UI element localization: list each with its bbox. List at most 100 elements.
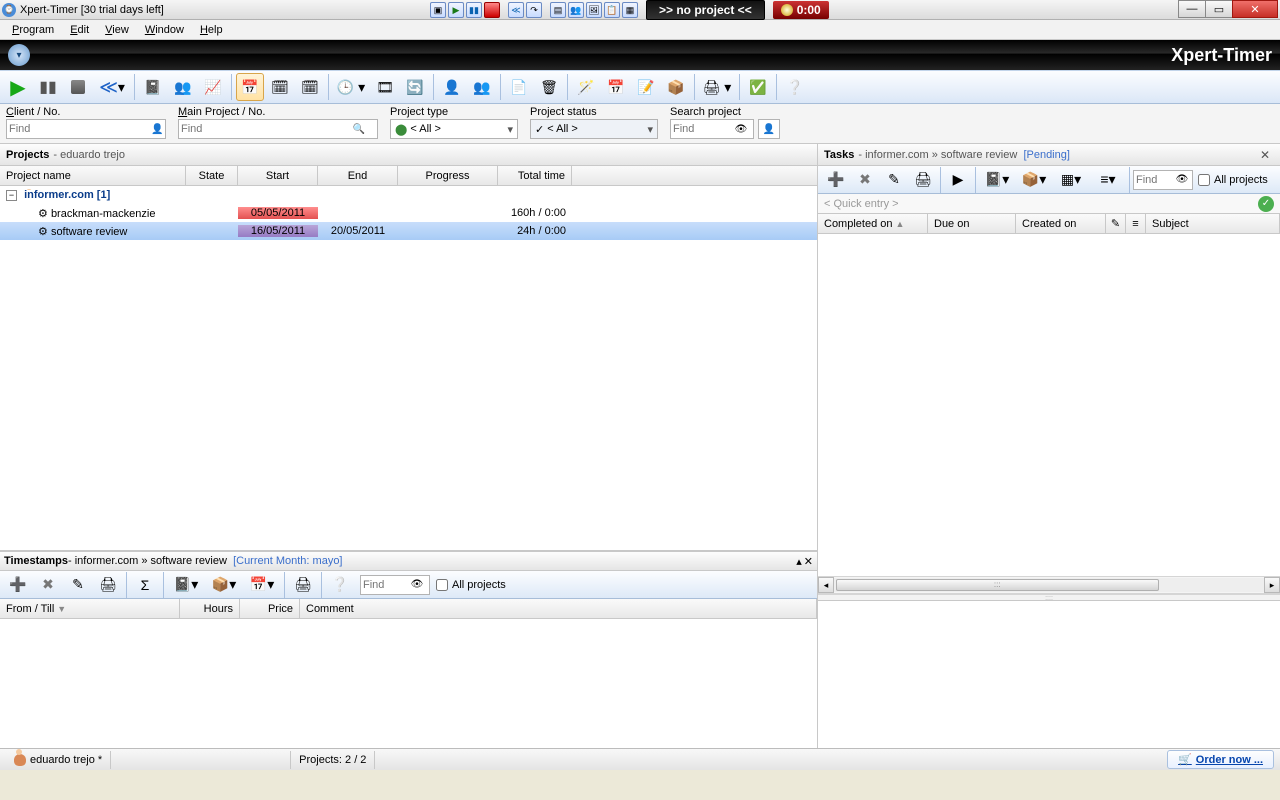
float-icon[interactable]: ▣ xyxy=(430,2,446,18)
project-row[interactable]: ⚙ brackman-mackenzie 05/05/2011 160h / 0… xyxy=(0,204,817,222)
box-icon[interactable]: 📦 xyxy=(662,73,690,101)
tasks-scrollbar[interactable]: ◂ ::: ▸ xyxy=(818,576,1280,594)
col-from-till[interactable]: From / Till▼ xyxy=(0,599,180,618)
ts-find-input[interactable] xyxy=(363,576,409,594)
task-print-icon[interactable]: 🖨 xyxy=(909,166,937,194)
col-project-name[interactable]: Project name xyxy=(0,166,186,185)
wand-icon[interactable]: 🪄 xyxy=(572,73,600,101)
cal1-icon[interactable]: 📅 xyxy=(236,73,264,101)
sum-icon[interactable]: Σ xyxy=(131,571,159,599)
pause-button[interactable]: ▮▮ xyxy=(34,73,62,101)
next-icon[interactable]: ↷ xyxy=(526,2,542,18)
cal3-icon[interactable]: 🗓 xyxy=(296,73,324,101)
projstatus-combo[interactable]: ✓ < All >▾ xyxy=(530,119,658,139)
col-completed[interactable]: Completed on▲ xyxy=(818,214,928,233)
task-play-icon[interactable]: ▶ xyxy=(944,166,972,194)
task-del-icon[interactable]: ✖ xyxy=(851,166,879,194)
delete-icon[interactable]: ✖ xyxy=(34,571,62,599)
col-end[interactable]: End xyxy=(318,166,398,185)
del-doc-icon[interactable]: 🗑 xyxy=(535,73,563,101)
scroll-left-icon[interactable]: ◂ xyxy=(818,577,834,593)
col-price[interactable]: Price xyxy=(240,599,300,618)
book-icon[interactable]: 📓 xyxy=(139,73,167,101)
cal-add-icon[interactable]: 📅 xyxy=(602,73,630,101)
tool1-icon[interactable]: ▤ xyxy=(550,2,566,18)
close-button[interactable]: ✕ xyxy=(1232,0,1278,18)
help-icon[interactable]: ❔ xyxy=(781,73,809,101)
task-add-icon[interactable]: ➕ xyxy=(822,166,850,194)
menu-window[interactable]: Window xyxy=(137,22,192,38)
client-lookup-icon[interactable]: 👤 xyxy=(151,121,163,137)
app-menu-button[interactable]: ▾ xyxy=(8,44,30,66)
col-flag2[interactable]: ≡ xyxy=(1126,214,1146,233)
cal-dd-icon[interactable]: 📅▾ xyxy=(244,571,280,599)
print-dropdown[interactable]: 🖨 ▾ xyxy=(699,73,735,101)
box-dd-icon[interactable]: 📦▾ xyxy=(206,571,242,599)
film-icon[interactable]: 🎞 xyxy=(371,73,399,101)
stop-icon[interactable] xyxy=(484,2,500,18)
col-progress[interactable]: Progress xyxy=(398,166,498,185)
task-find-input[interactable] xyxy=(1136,171,1174,189)
col-state[interactable]: State xyxy=(186,166,238,185)
help2-icon[interactable]: ❔ xyxy=(326,571,354,599)
add-user-icon[interactable]: 👤 xyxy=(438,73,466,101)
minimize-button[interactable]: — xyxy=(1178,0,1206,18)
ts-find-icon[interactable]: 👁 xyxy=(409,577,425,593)
users-icon[interactable]: 👥 xyxy=(568,2,584,18)
col-created[interactable]: Created on xyxy=(1016,214,1106,233)
maximize-button[interactable]: ▭ xyxy=(1205,0,1233,18)
menu-help[interactable]: Help xyxy=(192,22,231,38)
task-grid-dd[interactable]: ▦▾ xyxy=(1053,166,1089,194)
search-input[interactable] xyxy=(673,120,733,138)
book-dd-icon[interactable]: 📓▾ xyxy=(168,571,204,599)
mainproj-input[interactable] xyxy=(181,120,351,138)
play-icon[interactable]: ▶ xyxy=(448,2,464,18)
search-go-icon[interactable]: 👁 xyxy=(733,121,749,137)
order-now-button[interactable]: 🛒Order now ... xyxy=(1167,750,1274,769)
task-edit-icon[interactable]: ✎ xyxy=(880,166,908,194)
menu-program[interactable]: Program xyxy=(4,22,62,38)
col-subject[interactable]: Subject xyxy=(1146,214,1280,233)
add-icon[interactable]: ➕ xyxy=(4,571,32,599)
col-total-time[interactable]: Total time xyxy=(498,166,572,185)
project-root-row[interactable]: − informer.com [1] xyxy=(0,186,817,204)
current-project-label[interactable]: >> no project << xyxy=(646,0,765,20)
tree-collapse-icon[interactable]: − xyxy=(6,190,17,201)
edit-icon[interactable]: ✎ xyxy=(64,571,92,599)
new-doc-icon[interactable]: 📄 xyxy=(505,73,533,101)
task-box-dd[interactable]: 📦▾ xyxy=(1016,166,1052,194)
rewind-button[interactable]: ≪ ▾ xyxy=(94,73,130,101)
project-row-selected[interactable]: ⚙ software review 16/05/2011 20/05/2011 … xyxy=(0,222,817,240)
add-users-icon[interactable]: 👥 xyxy=(468,73,496,101)
close-panel-icon[interactable]: ✕ xyxy=(804,555,813,568)
team-icon[interactable]: 👥 xyxy=(169,73,197,101)
printer2-icon[interactable]: 🖨 xyxy=(289,571,317,599)
clock-dropdown[interactable]: 🕒 ▾ xyxy=(333,73,369,101)
refresh-icon[interactable]: 🔄 xyxy=(401,73,429,101)
task-list-dd[interactable]: ≡▾ xyxy=(1090,166,1126,194)
task-allprojects-check[interactable]: All projects xyxy=(1198,174,1268,186)
check-icon[interactable]: ✅ xyxy=(744,73,772,101)
col-due[interactable]: Due on xyxy=(928,214,1016,233)
task-find-icon[interactable]: 👁 xyxy=(1174,172,1190,188)
task-book-dd[interactable]: 📓▾ xyxy=(979,166,1015,194)
stop-button[interactable] xyxy=(64,73,92,101)
menu-view[interactable]: View xyxy=(97,22,137,38)
col-flag1[interactable]: ✎ xyxy=(1106,214,1126,233)
search-user-icon[interactable]: 👤 xyxy=(761,121,777,137)
cal2-icon[interactable]: 🗓 xyxy=(266,73,294,101)
play-button[interactable]: ▶ xyxy=(4,73,32,101)
rewind-icon[interactable]: ≪ xyxy=(508,2,524,18)
close-tasks-icon[interactable]: ✕ xyxy=(1256,148,1274,162)
note-icon[interactable]: 📝 xyxy=(632,73,660,101)
tool4-icon[interactable]: 📋 xyxy=(604,2,620,18)
projtype-combo[interactable]: ⬤ < All >▾ xyxy=(390,119,518,139)
scroll-right-icon[interactable]: ▸ xyxy=(1264,577,1280,593)
expand-icon[interactable]: ▴ xyxy=(796,555,802,568)
col-start[interactable]: Start xyxy=(238,166,318,185)
col-comment[interactable]: Comment xyxy=(300,599,817,618)
tool5-icon[interactable]: ▦ xyxy=(622,2,638,18)
mainproj-lookup-icon[interactable]: 🔍 xyxy=(351,121,367,137)
pause-icon[interactable]: ▮▮ xyxy=(466,2,482,18)
chart-icon[interactable]: 📈 xyxy=(199,73,227,101)
